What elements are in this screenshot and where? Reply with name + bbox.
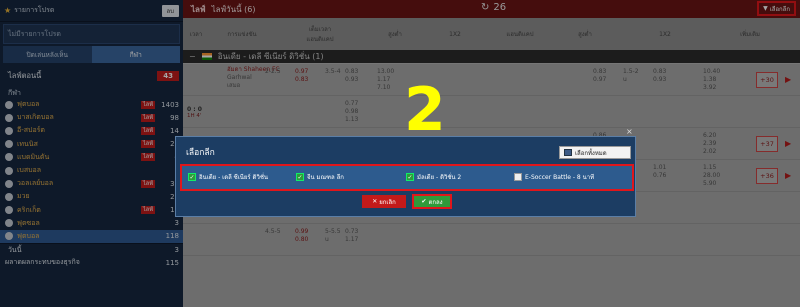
checked-checkbox-icon[interactable]: ✓ bbox=[296, 173, 304, 181]
select-all-checkbox bbox=[564, 149, 572, 156]
league-checkbox-item[interactable]: ✓ อินเดีย - เดลี ซีเนียร์ ดิวิชั่น bbox=[188, 172, 268, 182]
close-icon: ✕ bbox=[372, 198, 378, 205]
league-checkbox-item[interactable]: ✓ มัลเดีย - ดิวิชั่น 2 bbox=[406, 172, 461, 182]
checked-checkbox-icon[interactable]: ✓ bbox=[188, 173, 196, 181]
cancel-label: ยกเลิก bbox=[379, 198, 396, 206]
dialog-close-button[interactable]: × bbox=[626, 127, 633, 136]
ok-label: ตกลง bbox=[428, 198, 443, 206]
league-checkbox-list: ✓ อินเดีย - เดลี ซีเนียร์ ดิวิชั่น ✓ จีน มณ… bbox=[180, 164, 634, 191]
select-league-dialog: เลือกลีก เลือกทั้งหมด ✓ อินเดีย - เดลี ซี… bbox=[175, 136, 636, 217]
unchecked-checkbox-icon[interactable] bbox=[514, 173, 522, 181]
check-icon: ✔ bbox=[421, 198, 427, 205]
ok-button[interactable]: ✔ ตกลง bbox=[412, 194, 452, 209]
select-all-button[interactable]: เลือกทั้งหมด bbox=[559, 146, 631, 159]
cancel-button[interactable]: ✕ ยกเลิก bbox=[362, 195, 406, 208]
dialog-title: เลือกลีก bbox=[186, 148, 215, 158]
select-all-label: เลือกทั้งหมด bbox=[575, 149, 607, 157]
dialog-buttons: ✕ ยกเลิก ✔ ตกลง bbox=[362, 194, 452, 209]
step-number-annotation: 2 bbox=[404, 75, 446, 145]
league-checkbox-label: จีน มณฑล ลีก bbox=[307, 174, 344, 181]
league-checkbox-item[interactable]: ✓ จีน มณฑล ลีก bbox=[296, 172, 344, 182]
league-checkbox-label: มัลเดีย - ดิวิชั่น 2 bbox=[417, 174, 462, 181]
league-checkbox-label: อินเดีย - เดลี ซีเนียร์ ดิวิชั่น bbox=[199, 174, 268, 181]
league-checkbox-item[interactable]: E-Soccer Battle - 8 นาที bbox=[514, 172, 594, 182]
league-checkbox-label: E-Soccer Battle - 8 นาที bbox=[525, 174, 595, 181]
checked-checkbox-icon[interactable]: ✓ bbox=[406, 173, 414, 181]
